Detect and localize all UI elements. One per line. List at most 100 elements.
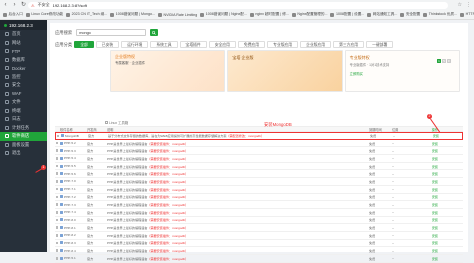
sidebar-item-12[interactable]: 软件商店 (0, 132, 47, 141)
checkbox-icon[interactable] (105, 121, 108, 124)
app-name[interactable]: PHP-8.2 (64, 233, 76, 237)
sidebar-item-11[interactable]: 计划任务 (0, 124, 47, 133)
install-button[interactable]: 安装 (415, 248, 441, 253)
banner-enterprise[interactable]: 企业版特权 专属客服 · 企业插件 (110, 50, 226, 92)
sidebar-item-9[interactable]: 终端 (0, 107, 47, 116)
banner-enterprise-edition[interactable]: 宝塔 企业版 (227, 50, 343, 92)
bookmark-item[interactable]: 网站通知工具... (367, 12, 397, 17)
sidebar-item-4[interactable]: Docker (0, 64, 47, 73)
row-checkbox[interactable] (55, 218, 59, 222)
address-bar[interactable]: ⚠ 不安全 192.168.2.3:8?/soft (28, 1, 448, 9)
install-button[interactable]: 安装 (415, 148, 441, 153)
app-name[interactable]: PHP-5.2 (64, 141, 76, 145)
category-tab[interactable]: 一键部署 (366, 41, 394, 48)
sidebar-item-14[interactable]: 退出 (0, 149, 47, 158)
app-name[interactable]: PHP-8.1 (64, 226, 76, 230)
bookmark-item[interactable]: nginx 超时配置 | 修... (249, 12, 289, 17)
star-icon[interactable]: ☆ (458, 2, 462, 8)
app-name[interactable]: PHP-8.3 (64, 241, 76, 245)
row-checkbox[interactable] (55, 195, 59, 199)
row-checkbox[interactable] (55, 241, 59, 245)
bookmark-item[interactable]: Thinkstock 优质... (423, 12, 457, 17)
category-tab[interactable]: 运行环境 (121, 41, 149, 48)
forward-icon[interactable]: › (11, 2, 18, 9)
sidebar-item-10[interactable]: 日志 (0, 115, 47, 124)
app-name[interactable]: PHP-7.4 (64, 210, 76, 214)
sidebar-item-7[interactable]: WAF (0, 90, 47, 99)
bookmark-item[interactable]: Linux Core修改功能 (25, 12, 63, 17)
row-checkbox[interactable] (55, 210, 59, 214)
app-name[interactable]: PHP-5.4 (64, 156, 76, 160)
install-button[interactable]: 安装 (415, 164, 441, 169)
app-name[interactable]: PHP-5.5 (64, 164, 76, 168)
category-tab[interactable]: 已安装 (95, 41, 120, 48)
col-name[interactable]: 软件名称 (59, 127, 85, 132)
sidebar-item-2[interactable]: FTP (0, 47, 47, 56)
banner-page[interactable]: 1 (436, 59, 441, 63)
banner-pro[interactable]: 专业版特权 专业版插件 · 1对1技术支持 立即购买 1 2 3 (344, 50, 460, 92)
app-name[interactable]: PHP-5.1 (64, 256, 76, 260)
sidebar-item-1[interactable]: 网站 (0, 39, 47, 48)
bookmark-item[interactable]: NVIDIA Rate Limiting (158, 12, 197, 17)
category-tab[interactable]: 专业版应用 (267, 41, 299, 48)
app-name[interactable]: PHP-5.3 (64, 149, 76, 153)
app-name[interactable]: MongoDB (65, 134, 79, 138)
reload-icon[interactable]: ↻ (20, 2, 27, 9)
row-checkbox[interactable] (55, 172, 59, 176)
install-button[interactable]: 安装 (415, 187, 441, 192)
install-button[interactable]: 安装 (415, 202, 441, 207)
sidebar-item-6[interactable]: 安全 (0, 81, 47, 90)
row-checkbox[interactable] (55, 203, 59, 206)
bookmark-item[interactable]: Nginx配置管理的... (291, 12, 327, 17)
app-name[interactable]: PHP-7.2 (64, 195, 76, 199)
install-button[interactable]: 安装 (415, 179, 441, 184)
install-button[interactable]: 安装 (415, 171, 441, 176)
banner-page[interactable]: 2 (441, 59, 446, 63)
category-tab[interactable]: 系统工具 (150, 41, 178, 48)
category-tab[interactable]: 全部 (74, 41, 94, 48)
row-checkbox[interactable] (55, 187, 59, 191)
app-name[interactable]: PHP-7.0 (64, 179, 76, 183)
app-name[interactable]: PHP-7.1 (64, 187, 76, 191)
menu-icon[interactable]: ⋮ (466, 2, 471, 8)
install-button[interactable]: 安装 (415, 240, 441, 245)
install-button[interactable]: 安装 (415, 210, 441, 215)
app-name[interactable]: PHP-8.4 (64, 249, 76, 253)
bookmark-item[interactable]: 2023 CN IT_Tech 纲... (66, 12, 107, 17)
search-button[interactable] (150, 29, 159, 36)
row-checkbox[interactable] (55, 226, 59, 229)
sidebar-item-0[interactable]: 首页 (0, 30, 47, 39)
category-tab[interactable]: 安全应用 (208, 41, 236, 48)
row-checkbox[interactable] (55, 164, 59, 168)
install-button[interactable]: 安装 (415, 256, 441, 261)
bookmark-item[interactable]: 1008配置 | 设置... (330, 12, 364, 17)
install-button[interactable]: 安装 (415, 141, 441, 146)
bookmark-item[interactable]: HTTP 与 ... (460, 12, 474, 17)
install-button[interactable]: 安装 (415, 194, 441, 199)
row-checkbox[interactable] (55, 141, 59, 145)
recent-apps[interactable]: Linux 工具箱 (105, 120, 128, 125)
install-button[interactable]: 安装 (415, 225, 441, 230)
install-button[interactable]: 安装 (415, 156, 441, 161)
row-checkbox[interactable] (56, 134, 60, 138)
sidebar-item-3[interactable]: 数据库 (0, 56, 47, 65)
bookmark-item[interactable]: 1008错误问题 | Mongo... (110, 12, 155, 17)
install-button[interactable]: 安装 (416, 133, 442, 138)
app-name[interactable]: PHP-8.0 (64, 218, 76, 222)
category-tab[interactable]: 宝塔插件 (179, 41, 207, 48)
row-checkbox[interactable] (55, 157, 59, 160)
search-input[interactable] (76, 29, 147, 36)
banner-page[interactable]: 3 (446, 59, 451, 63)
back-icon[interactable]: ‹ (2, 2, 9, 9)
category-tab[interactable]: 第三方应用 (333, 41, 365, 48)
row-checkbox[interactable] (55, 257, 59, 260)
sidebar-item-13[interactable]: 面板设置 (0, 141, 47, 150)
row-checkbox[interactable] (55, 233, 59, 237)
sidebar-item-5[interactable]: 监控 (0, 73, 47, 82)
bookmark-item[interactable]: 安全配置 (400, 12, 420, 17)
install-button[interactable]: 安装 (415, 217, 441, 222)
app-name[interactable]: PHP-5.6 (64, 172, 76, 176)
bookmark-item[interactable]: 后台入口 (3, 12, 23, 17)
category-tab[interactable]: 免费应用 (237, 41, 266, 48)
app-name[interactable]: PHP-7.3 (64, 203, 76, 207)
